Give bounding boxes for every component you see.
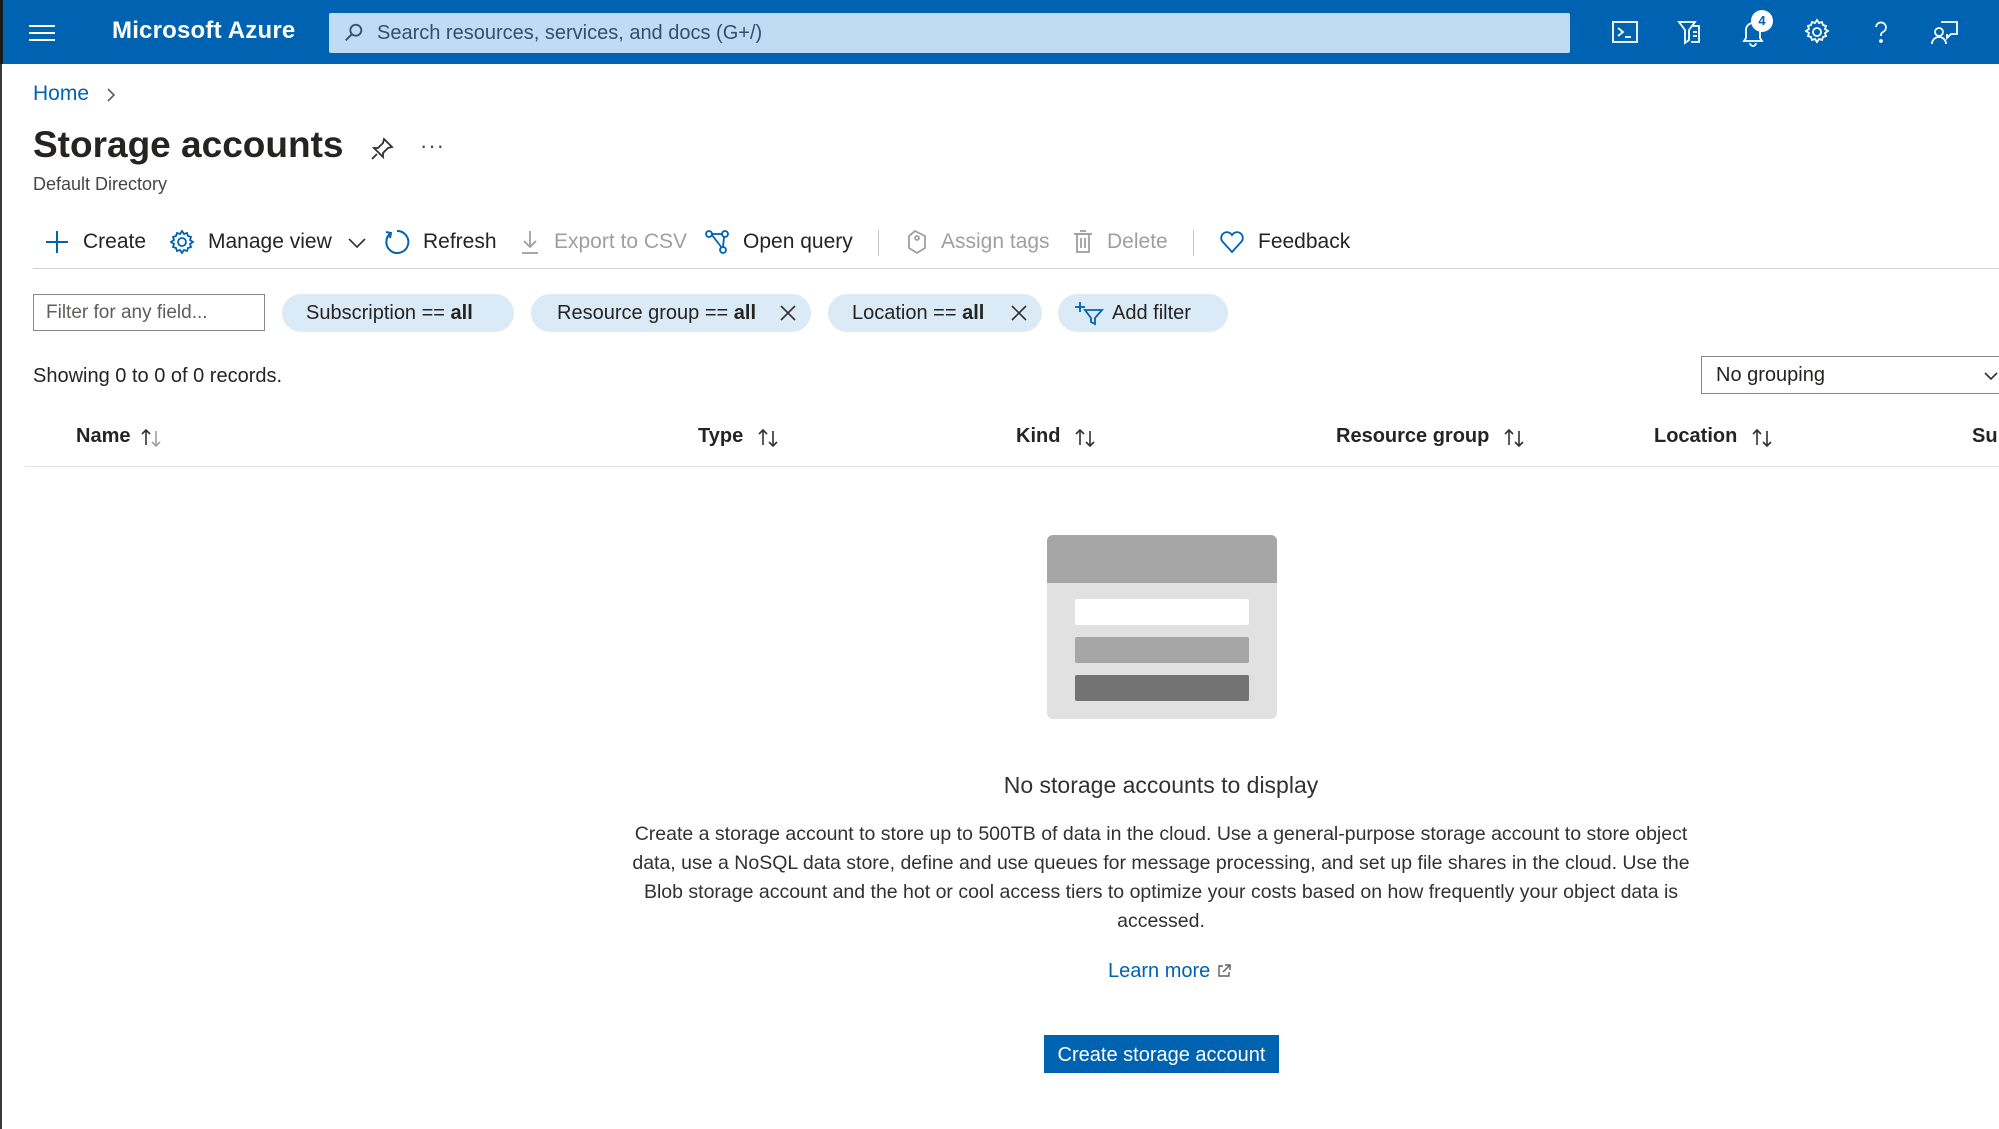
resource-group-filter-label: Resource group == xyxy=(557,302,734,324)
open-query-label: Open query xyxy=(743,230,853,253)
sort-ascending-icon xyxy=(141,428,162,448)
trash-icon xyxy=(1074,230,1092,253)
hamburger-menu-icon[interactable] xyxy=(29,20,55,42)
column-header-name[interactable]: Name xyxy=(76,425,166,448)
toolbar-separator xyxy=(878,230,879,256)
manage-view-button[interactable]: Manage view xyxy=(168,222,368,262)
query-graph-icon xyxy=(705,230,729,254)
location-filter-pill[interactable]: Location == all xyxy=(828,294,1042,332)
directory-filter-icon[interactable] xyxy=(1673,16,1705,48)
close-icon[interactable] xyxy=(1010,304,1028,322)
top-navigation-bar: Microsoft Azure Search resources, servic… xyxy=(0,0,1999,64)
subscription-filter-pill[interactable]: Subscription == all xyxy=(282,294,514,332)
heart-icon xyxy=(1220,231,1244,254)
column-header-label: Name xyxy=(76,425,131,447)
plus-icon xyxy=(46,231,68,253)
toolbar-divider xyxy=(33,268,1999,269)
learn-more-link[interactable]: Learn more xyxy=(1108,960,1231,983)
location-filter-label: Location == xyxy=(852,302,963,324)
learn-more-label: Learn more xyxy=(1108,960,1211,982)
refresh-label: Refresh xyxy=(423,230,497,253)
add-filter-icon xyxy=(1075,302,1104,326)
window-edge xyxy=(0,64,2,1129)
gear-icon xyxy=(169,229,195,255)
sort-icon xyxy=(1075,428,1096,448)
tag-icon xyxy=(908,229,926,255)
open-query-button[interactable]: Open query xyxy=(703,222,853,262)
export-csv-label: Export to CSV xyxy=(554,230,688,253)
refresh-icon xyxy=(385,229,410,254)
sort-icon xyxy=(758,428,778,448)
assign-tags-button[interactable]: Assign tags xyxy=(903,222,1050,262)
more-options-icon[interactable]: ··· xyxy=(420,133,445,159)
sort-icon xyxy=(1504,428,1524,448)
empty-table-illustration xyxy=(1047,535,1277,719)
grouping-selected: No grouping xyxy=(1716,364,1825,386)
create-storage-account-button[interactable]: Create storage account xyxy=(1044,1035,1279,1073)
column-header-label: Type xyxy=(698,425,744,447)
empty-state-description: Create a storage account to store up to … xyxy=(632,823,1690,932)
chevron-right-icon xyxy=(107,88,116,102)
column-header-kind[interactable]: Kind xyxy=(1016,425,1100,448)
column-header-location[interactable]: Location xyxy=(1654,425,1777,448)
create-button[interactable]: Create xyxy=(43,222,146,262)
command-toolbar: Create Manage view Refresh Export to CSV… xyxy=(33,222,1999,262)
search-icon xyxy=(345,23,363,41)
empty-state-title: No storage accounts to display xyxy=(1003,772,1319,798)
filter-input[interactable] xyxy=(33,294,265,331)
table-header-divider xyxy=(25,466,1999,467)
column-header-label: Resource group xyxy=(1336,425,1490,447)
column-header-type[interactable]: Type xyxy=(698,425,783,448)
toolbar-separator xyxy=(1193,230,1194,256)
brand-title[interactable]: Microsoft Azure xyxy=(112,17,295,45)
gear-icon[interactable] xyxy=(1801,16,1833,48)
column-header-subscription[interactable]: Su xyxy=(1972,425,1998,448)
export-csv-button[interactable]: Export to CSV xyxy=(516,222,687,262)
notification-badge: 4 xyxy=(1751,10,1773,32)
delete-button[interactable]: Delete xyxy=(1069,222,1168,262)
subscription-filter-label: Subscription == xyxy=(306,302,451,324)
column-header-label: Location xyxy=(1654,425,1738,447)
page-subtitle: Default Directory xyxy=(33,174,168,194)
add-filter-button[interactable]: Add filter xyxy=(1058,294,1228,332)
external-link-icon xyxy=(1218,964,1231,977)
delete-label: Delete xyxy=(1107,230,1168,253)
add-filter-label: Add filter xyxy=(1112,302,1191,324)
column-header-label: Kind xyxy=(1016,425,1061,447)
feedback-person-icon[interactable] xyxy=(1929,16,1961,48)
feedback-label: Feedback xyxy=(1258,230,1351,253)
global-search-input[interactable]: Search resources, services, and docs (G+… xyxy=(329,13,1570,53)
chevron-down-icon xyxy=(1984,372,1998,381)
location-filter-value: all xyxy=(962,302,985,324)
records-count: Showing 0 to 0 of 0 records. xyxy=(33,365,283,387)
resource-group-filter-value: all xyxy=(733,302,757,324)
notifications-button[interactable]: 4 xyxy=(1737,10,1773,48)
cloud-shell-icon[interactable] xyxy=(1609,16,1641,48)
column-header-resource-group[interactable]: Resource group xyxy=(1336,425,1529,448)
help-icon[interactable] xyxy=(1865,16,1897,48)
feedback-button[interactable]: Feedback xyxy=(1218,222,1350,262)
grouping-dropdown[interactable]: No grouping xyxy=(1701,356,1999,394)
resource-group-filter-pill[interactable]: Resource group == all xyxy=(531,294,811,332)
create-label: Create xyxy=(83,230,147,253)
pin-icon[interactable] xyxy=(368,135,396,163)
page-title: Storage accounts xyxy=(33,124,344,165)
assign-tags-label: Assign tags xyxy=(941,230,1050,253)
download-icon xyxy=(522,231,538,254)
chevron-down-icon xyxy=(348,238,366,249)
sort-icon xyxy=(1752,428,1772,448)
refresh-button[interactable]: Refresh xyxy=(383,222,497,262)
close-icon[interactable] xyxy=(779,304,797,322)
subscription-filter-value: all xyxy=(450,302,473,324)
manage-view-label: Manage view xyxy=(208,230,332,253)
breadcrumb-home[interactable]: Home xyxy=(33,82,89,106)
